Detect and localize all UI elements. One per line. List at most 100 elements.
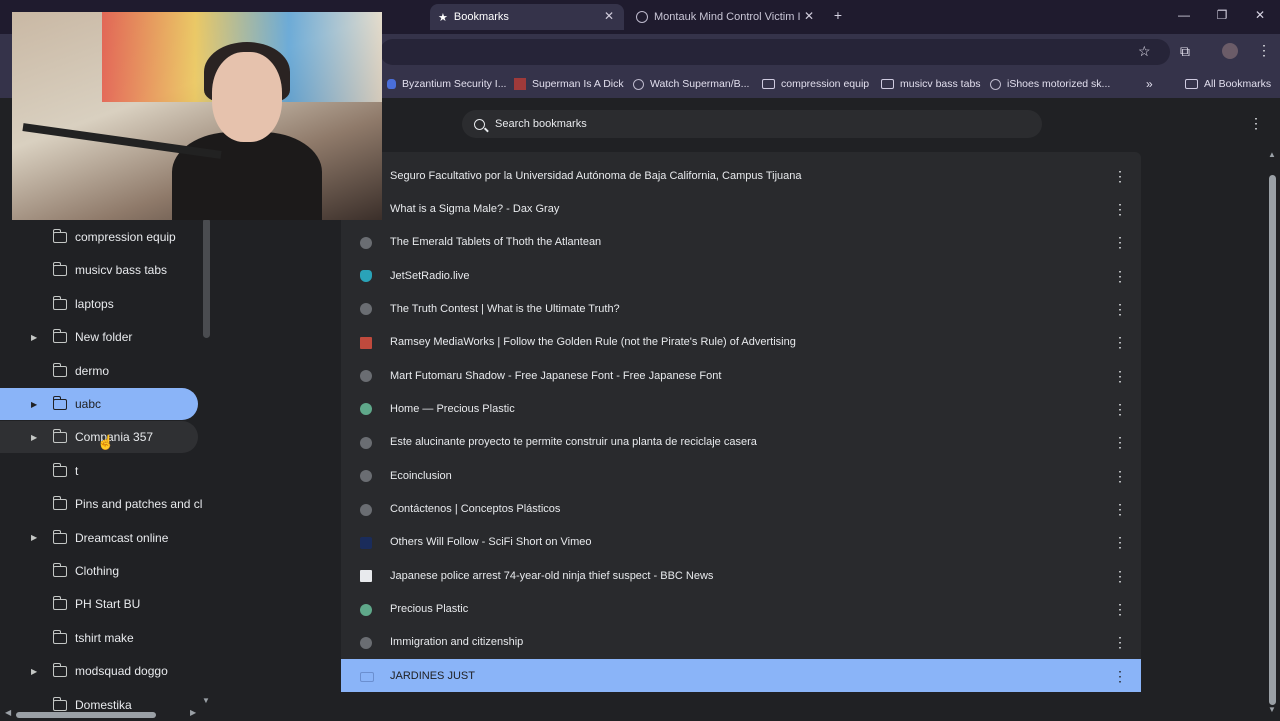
page-scroll-up-icon[interactable]: ▲ [1268,150,1276,159]
sidebar-folder-item[interactable]: musicv bass tabs [0,254,198,286]
bookmark-title: Japanese police arrest 74-year-old ninja… [390,569,714,582]
sidebar-folder-item[interactable]: Pins and patches and cl [0,488,202,520]
bookmark-row[interactable]: JetSetRadio.live ⋮ [341,259,1141,292]
bookmark-label: All Bookmarks [1204,78,1272,90]
expand-arrow-icon[interactable]: ▶ [31,433,37,442]
bookmark-row[interactable]: Others Will Follow - SciFi Short on Vime… [341,526,1141,559]
bookmark-title: What is a Sigma Male? - Dax Gray [390,202,560,215]
bookmark-ishoes[interactable]: iShoes motorized sk... [990,76,1110,92]
folder-icon [52,563,67,577]
sidebar-scrollbar[interactable] [203,218,210,338]
row-menu-icon[interactable]: ⋮ [1113,169,1127,183]
organize-menu-icon[interactable]: ⋮ [1249,116,1263,130]
bookmark-row[interactable]: Japanese police arrest 74-year-old ninja… [341,559,1141,592]
restore-button[interactable]: ❐ [1212,8,1232,22]
folder-icon [52,262,67,277]
close-tab-icon[interactable]: ✕ [804,9,814,23]
row-menu-icon[interactable]: ⋮ [1113,369,1127,383]
scroll-down-icon[interactable]: ▼ [202,696,210,705]
folder-icon [881,79,894,89]
bookmark-row[interactable]: Precious Plastic ⋮ [341,593,1141,626]
sidebar-horizontal-scrollbar[interactable] [16,712,156,718]
favicon-icon [360,336,372,349]
sidebar-folder-item[interactable]: ▶ Dreamcast online [0,522,198,554]
row-menu-icon[interactable]: ⋮ [1113,502,1127,516]
bookmark-row[interactable]: Este alucinante proyecto te permite cons… [341,426,1141,459]
bookmark-row[interactable]: JARDINES JUST ⋮ [341,659,1141,693]
row-menu-icon[interactable]: ⋮ [1113,435,1127,449]
bookmark-row[interactable]: The Emerald Tablets of Thoth the Atlante… [341,226,1141,259]
sidebar-folder-item[interactable]: laptops [0,288,198,320]
sidebar-folder-item[interactable]: dermo [0,355,198,387]
tab-bookmarks[interactable]: ★ Bookmarks ✕ [430,4,624,30]
profile-avatar[interactable] [1222,43,1238,59]
expand-arrow-icon[interactable]: ▶ [31,333,37,342]
bookmark-row[interactable]: Mart Futomaru Shadow - Free Japanese Fon… [341,359,1141,392]
bookmark-watch-superman[interactable]: Watch Superman/B... [633,76,749,92]
bookmark-row[interactable]: Immigration and citizenship ⋮ [341,626,1141,659]
bookmark-title: Ramsey MediaWorks | Follow the Golden Ru… [390,336,796,349]
row-menu-icon[interactable]: ⋮ [1113,535,1127,549]
expand-arrow-icon[interactable]: ▶ [31,533,37,542]
page-scrollbar[interactable] [1269,175,1276,705]
sidebar-folder-item[interactable]: t [0,455,198,487]
sidebar-folder-item[interactable]: ▶ uabc [0,388,198,420]
bookmark-row[interactable]: Home — Precious Plastic ⋮ [341,392,1141,425]
row-menu-icon[interactable]: ⋮ [1113,469,1127,483]
more-bookmarks-icon[interactable]: » [1146,76,1153,92]
page-scroll-down-icon[interactable]: ▼ [1268,705,1276,714]
folder-icon [52,396,67,410]
favicon-icon [360,503,372,516]
scroll-right-icon[interactable]: ▶ [190,708,196,717]
sidebar-folder-item[interactable]: ▶ modsquad doggo [0,655,198,687]
bookmark-row[interactable]: The Truth Contest | What is the Ultimate… [341,292,1141,325]
address-bar[interactable] [380,39,1170,65]
bookmark-row[interactable]: Contáctenos | Conceptos Plásticos ⋮ [341,493,1141,526]
scroll-left-icon[interactable]: ◀ [5,708,11,717]
row-menu-icon[interactable]: ⋮ [1113,602,1127,616]
tab-partial[interactable] [392,4,426,30]
folder-icon [52,362,67,377]
sidebar-folder-item[interactable]: PH Start BU [0,588,198,620]
bookmark-row[interactable]: What is a Sigma Male? - Dax Gray ⋮ [341,192,1141,225]
bookmark-byzantium[interactable]: Byzantium Security I... [387,76,506,92]
sidebar-folder-item[interactable]: tshirt make [0,622,198,654]
row-menu-icon[interactable]: ⋮ [1113,402,1127,416]
row-menu-icon[interactable]: ⋮ [1113,269,1127,283]
tab-montauk[interactable]: Montauk Mind Control Victim I ✕ [628,4,824,30]
sidebar-folder-item[interactable]: compression equip [0,221,198,253]
sidebar-folder-label: PH Start BU [75,597,141,612]
close-window-button[interactable]: ✕ [1250,8,1270,22]
close-tab-icon[interactable]: ✕ [604,9,614,23]
new-tab-button[interactable]: + [828,7,848,23]
expand-arrow-icon[interactable]: ▶ [31,667,37,676]
menu-icon[interactable]: ⋮ [1257,43,1271,57]
favicon-icon [360,303,372,316]
favicon-icon [360,570,372,583]
bookmark-compression[interactable]: compression equip [762,76,869,92]
row-menu-icon[interactable]: ⋮ [1113,235,1127,249]
row-menu-icon[interactable]: ⋮ [1113,569,1127,583]
bookmark-row[interactable]: Ecoinclusion ⋮ [341,459,1141,492]
row-menu-icon[interactable]: ⋮ [1113,635,1127,649]
minimize-button[interactable]: — [1174,8,1194,22]
bookmark-title: The Truth Contest | What is the Ultimate… [390,302,620,315]
folder-icon [52,629,67,644]
row-menu-icon[interactable]: ⋮ [1113,335,1127,349]
bookmark-musicv[interactable]: musicv bass tabs [881,76,981,92]
search-bookmarks-field[interactable]: Search bookmarks [462,110,1042,138]
row-menu-icon[interactable]: ⋮ [1113,302,1127,316]
bookmark-superman[interactable]: Superman Is A Dick [514,76,624,92]
bookmark-row[interactable]: Seguro Facultativo por la Universidad Au… [341,159,1141,192]
row-menu-icon[interactable]: ⋮ [1113,669,1127,683]
bookmark-all-bookmarks[interactable]: All Bookmarks [1185,76,1271,92]
extensions-icon[interactable]: ⧉ [1180,43,1190,60]
sidebar-folder-item[interactable]: ▶ New folder [0,321,198,353]
expand-arrow-icon[interactable]: ▶ [31,400,37,409]
star-bookmark-icon[interactable]: ☆ [1138,43,1151,60]
row-menu-icon[interactable]: ⋮ [1113,202,1127,216]
sidebar-folder-item[interactable]: Clothing [0,555,198,587]
favicon-icon [360,603,372,616]
favicon-icon [360,270,372,283]
bookmark-row[interactable]: Ramsey MediaWorks | Follow the Golden Ru… [341,326,1141,359]
